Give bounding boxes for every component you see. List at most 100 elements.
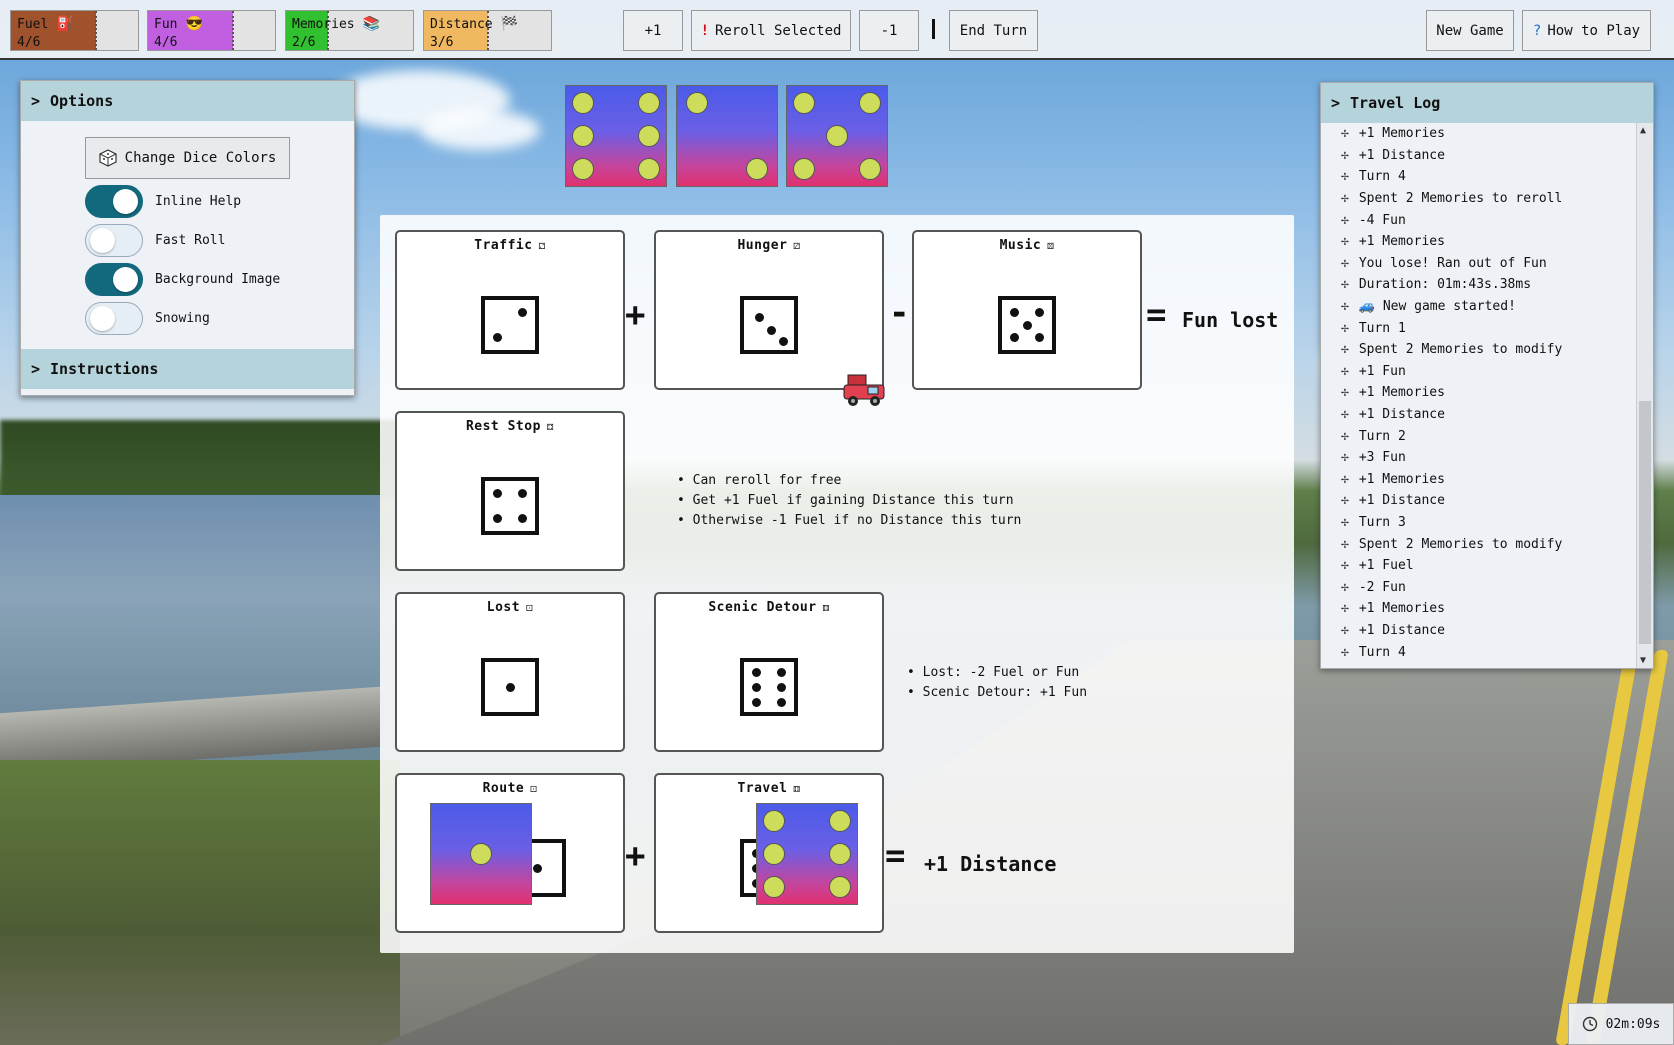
die-face-icon: ⚂ xyxy=(793,239,801,252)
scroll-down-icon[interactable]: ▼ xyxy=(1640,655,1646,666)
chevron-right-icon: > xyxy=(31,360,41,378)
sparkle-icon: ✢ xyxy=(1341,601,1349,617)
pip xyxy=(1022,320,1032,330)
log-entry: ✢ Spent 2 Memories to modify xyxy=(1321,533,1637,555)
fun-value: 4/6 xyxy=(154,35,178,50)
route-placed-die[interactable] xyxy=(430,803,532,905)
background-image-switch[interactable] xyxy=(85,263,143,296)
slot-music[interactable]: Music ⚄ xyxy=(912,230,1142,390)
log-entry-text: +1 Memories xyxy=(1358,126,1445,142)
log-entry: ✢ Spent 2 Memories to reroll xyxy=(1321,188,1637,210)
toggle-inline-help[interactable]: Inline Help xyxy=(85,185,241,218)
lost-die-face xyxy=(481,658,539,716)
log-entry-text: Turn 4 xyxy=(1358,644,1406,660)
hunger-title: Hunger xyxy=(737,238,788,253)
sparkle-icon: ✢ xyxy=(1341,363,1349,379)
scenic-detour-die-face xyxy=(740,658,798,716)
detour-note: Scenic Detour: +1 Fun xyxy=(907,683,1087,703)
pip xyxy=(1010,308,1019,317)
toolbar-divider xyxy=(932,19,935,39)
pip xyxy=(859,158,881,180)
toggle-fast-roll[interactable]: Fast Roll xyxy=(85,224,225,257)
log-entry-text: +1 Memories xyxy=(1358,471,1445,487)
slot-rest-stop[interactable]: Rest Stop ⚃ xyxy=(395,411,625,571)
log-entry: ✢ -2 Fun xyxy=(1321,576,1637,598)
log-entry: ✢ +1 Distance xyxy=(1321,620,1637,642)
detour-note: Lost: -2 Fuel or Fun xyxy=(907,663,1087,683)
log-entry-text: Spent 2 Memories to reroll xyxy=(1358,191,1563,207)
toggle-background-image[interactable]: Background Image xyxy=(85,263,280,296)
sparkle-icon: ✢ xyxy=(1341,579,1349,595)
log-entry: ✢ -4 Fun xyxy=(1321,209,1637,231)
pip xyxy=(493,489,502,498)
pip xyxy=(686,92,708,114)
sparkle-icon: ✢ xyxy=(1341,450,1349,466)
pip xyxy=(572,92,594,114)
log-entry: ✢ Turn 3 xyxy=(1321,512,1637,534)
sparkle-icon: ✢ xyxy=(1341,212,1349,228)
slot-lost[interactable]: Lost ⚀ xyxy=(395,592,625,752)
sparkle-icon: ✢ xyxy=(1341,471,1349,487)
end-turn-button[interactable]: End Turn xyxy=(949,10,1038,51)
how-to-play-button[interactable]: ? How to Play xyxy=(1522,10,1651,51)
travel-placed-die[interactable] xyxy=(756,803,858,905)
reroll-selected-button[interactable]: ! Reroll Selected xyxy=(691,10,851,51)
log-entry: ✢ +1 Distance xyxy=(1321,490,1637,512)
traffic-title: Traffic xyxy=(474,238,533,253)
scroll-thumb[interactable] xyxy=(1639,401,1651,644)
snowing-switch[interactable] xyxy=(85,302,143,335)
log-entry: ✢ Duration: 01m:43s.38ms xyxy=(1321,274,1637,296)
toggle-snowing[interactable]: Snowing xyxy=(85,302,210,335)
sparkle-icon: ✢ xyxy=(1341,169,1349,185)
pip xyxy=(493,333,502,342)
plus-one-button[interactable]: +1 xyxy=(623,10,683,51)
fuel-label: Fuel xyxy=(17,17,49,32)
tray-die[interactable] xyxy=(786,85,888,187)
log-entry-text: Turn 1 xyxy=(1358,320,1406,336)
log-entry-text: You lose! Ran out of Fun xyxy=(1358,255,1547,271)
slot-hunger[interactable]: Hunger ⚂ xyxy=(654,230,884,390)
game-timer: 02m:09s xyxy=(1568,1003,1674,1045)
log-entry-text: +1 Distance xyxy=(1358,407,1445,423)
options-title: Options xyxy=(50,92,114,110)
pip xyxy=(777,667,786,677)
tray-die[interactable] xyxy=(676,85,778,187)
inline-help-switch[interactable] xyxy=(85,185,143,218)
travel-log-scrollbar[interactable]: ▲ ▼ xyxy=(1636,123,1653,668)
tray-die[interactable] xyxy=(565,85,667,187)
slot-travel[interactable]: Travel ⚅ xyxy=(654,773,884,933)
slot-traffic[interactable]: Traffic ⚁ xyxy=(395,230,625,390)
pip xyxy=(829,843,851,865)
new-game-button[interactable]: New Game xyxy=(1426,10,1514,51)
sparkle-icon: ✢ xyxy=(1341,277,1349,293)
sparkle-icon: ✢ xyxy=(1341,644,1349,660)
minus-one-button[interactable]: -1 xyxy=(859,10,919,51)
pip xyxy=(778,336,788,346)
memories-value: 2/6 xyxy=(292,35,316,50)
equals-operator: = xyxy=(1146,295,1167,335)
scroll-up-icon[interactable]: ▲ xyxy=(1640,125,1646,136)
instructions-header[interactable]: > Instructions xyxy=(21,349,354,389)
log-entry-text: +1 Distance xyxy=(1358,147,1445,163)
die-face-icon: ⚅ xyxy=(822,601,830,614)
pip xyxy=(518,514,527,523)
slot-route[interactable]: Route ⚀ xyxy=(395,773,625,933)
change-dice-colors-label: Change Dice Colors xyxy=(124,150,277,166)
log-entry: ✢ Turn 4 xyxy=(1321,641,1637,663)
pip xyxy=(752,697,761,707)
die-face-icon: ⚄ xyxy=(1047,239,1055,252)
slot-scenic-detour[interactable]: Scenic Detour ⚅ xyxy=(654,592,884,752)
travel-log-header[interactable]: > Travel Log xyxy=(1321,83,1653,123)
inline-help-label: Inline Help xyxy=(155,194,242,209)
car-icon xyxy=(843,374,885,406)
checkered-flag-icon: 🏁 xyxy=(500,16,519,32)
travel-log-list: ✢ +1 Memories ✢ +1 Distance ✢ Turn 4 ✢ Spent 2 … xyxy=(1321,123,1637,668)
fast-roll-switch[interactable] xyxy=(85,224,143,257)
change-dice-colors-button[interactable]: Change Dice Colors xyxy=(85,137,290,179)
options-header[interactable]: > Options xyxy=(21,81,354,121)
sparkle-icon: ✢ xyxy=(1341,558,1349,574)
pip xyxy=(572,158,594,180)
chevron-right-icon: > xyxy=(1331,94,1341,112)
fuel-pump-icon: ⛽ xyxy=(56,16,74,32)
pip xyxy=(763,810,785,832)
